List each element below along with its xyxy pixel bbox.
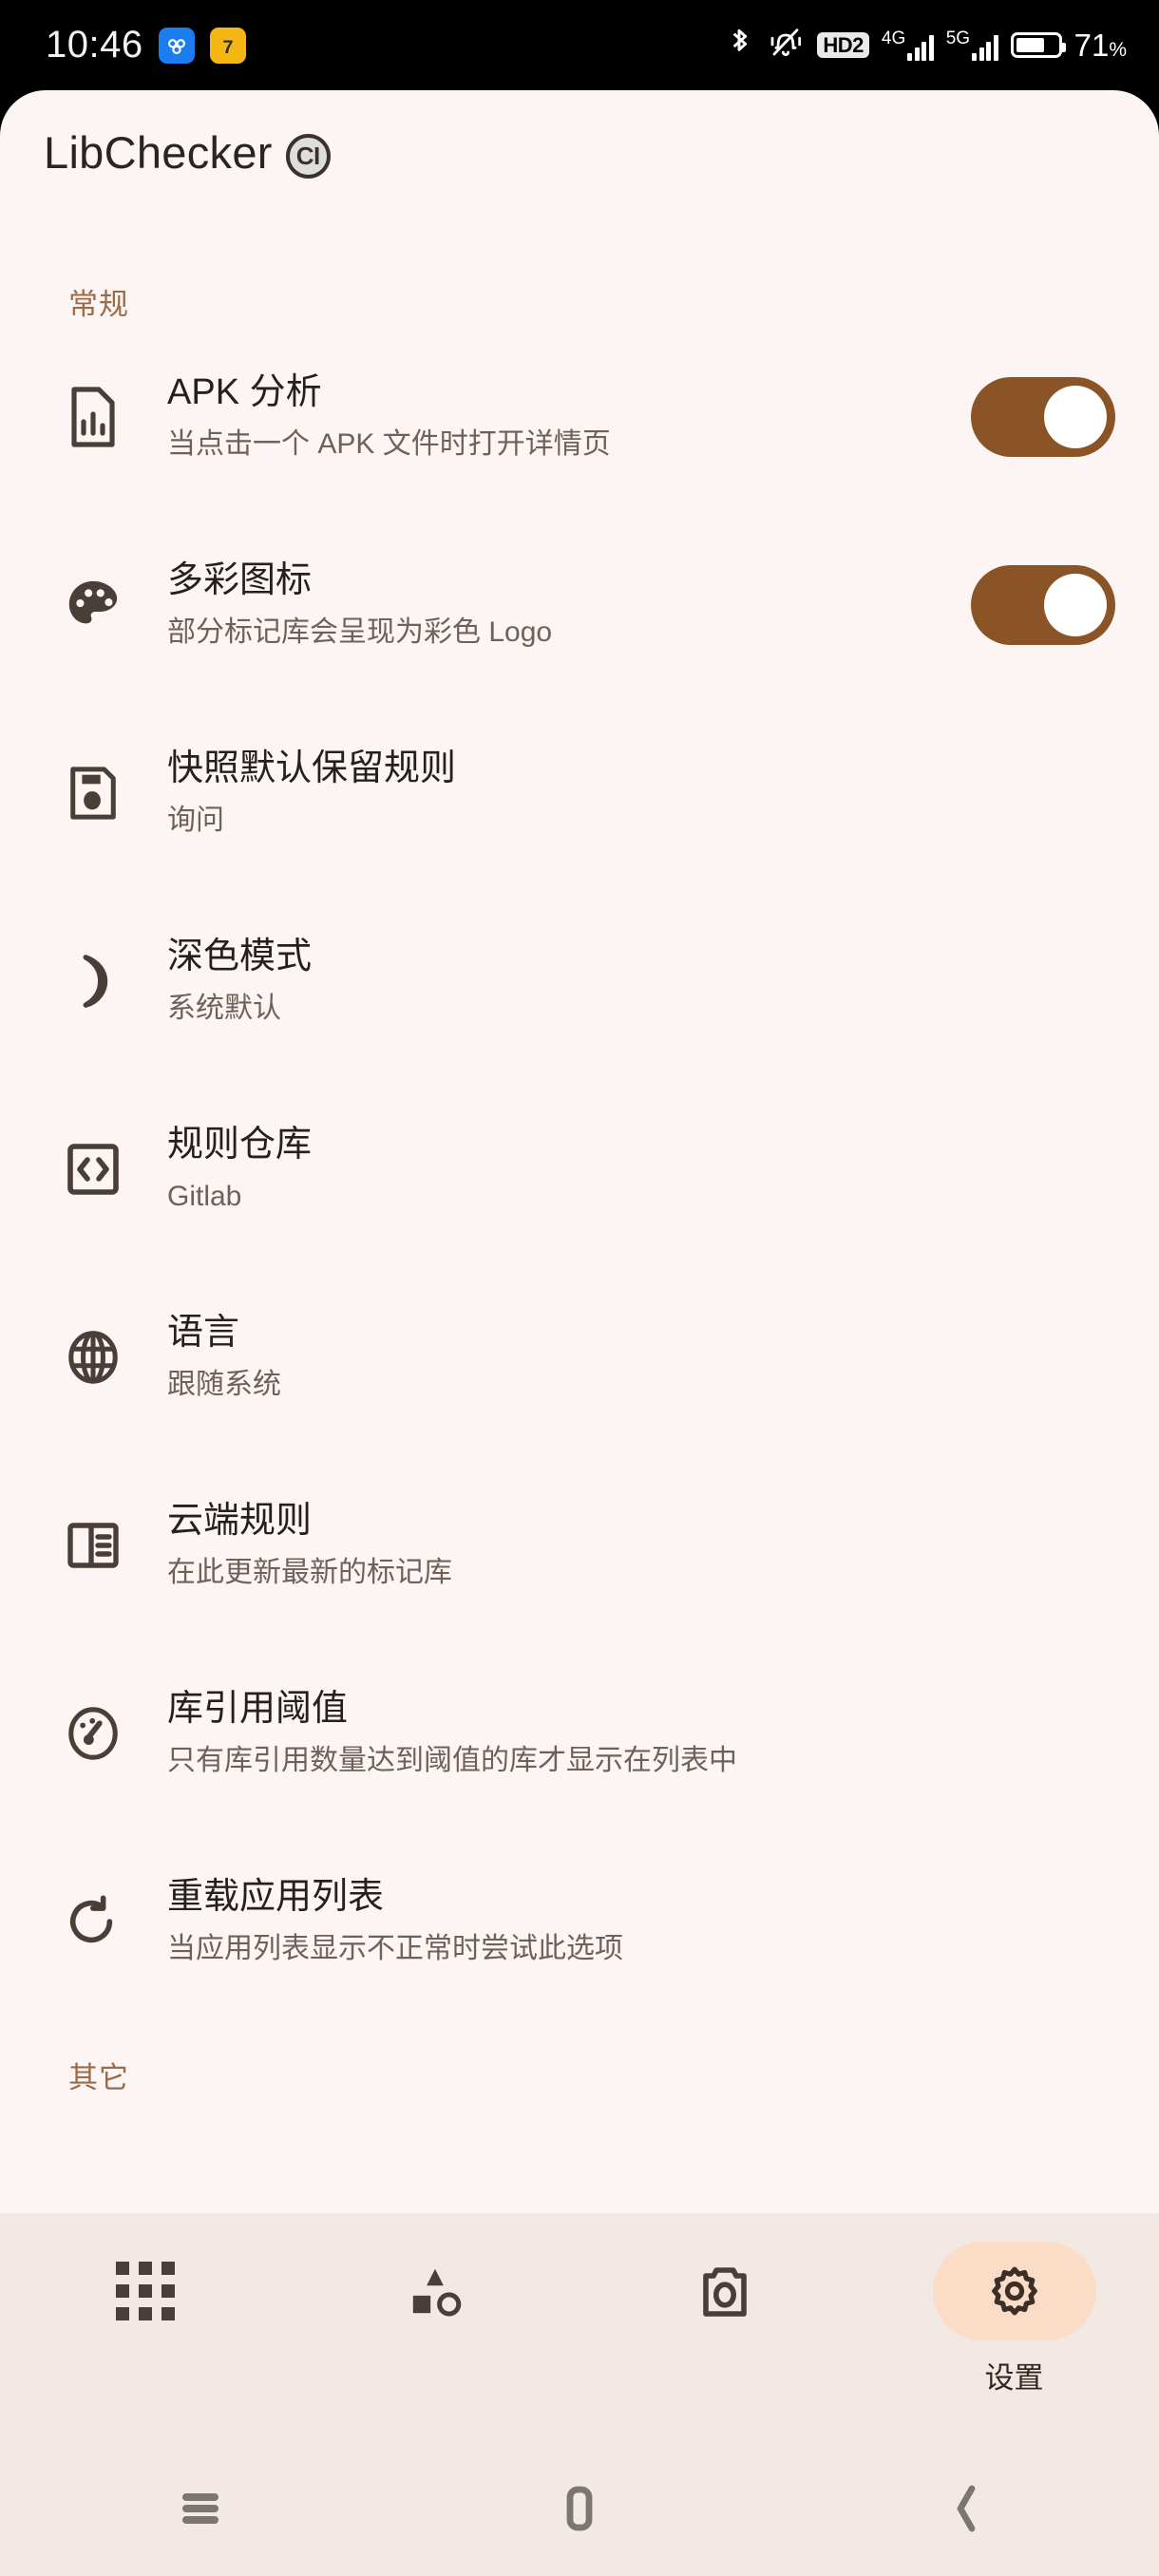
setting-row-dark-mode[interactable]: 深色模式 系统默认	[0, 887, 1159, 1075]
bluetooth-icon	[724, 25, 754, 66]
setting-row-text: 多彩图标 部分标记库会呈现为彩色 Logo	[142, 558, 961, 653]
status-clock: 10:46	[46, 24, 143, 66]
setting-row-colorful-icons[interactable]: 多彩图标 部分标记库会呈现为彩色 Logo	[0, 511, 1159, 699]
status-bar-right: HD2 4G 5G 71%	[724, 25, 1127, 66]
setting-subtitle: 部分标记库会呈现为彩色 Logo	[167, 616, 553, 649]
bottom-nav-tab-apps[interactable]	[0, 2242, 290, 2354]
setting-row-text: 云端规则 在此更新最新的标记库	[142, 1498, 1115, 1593]
setting-title: APK 分析	[167, 372, 322, 413]
setting-row-text: APK 分析 当点击一个 APK 文件时打开详情页	[142, 369, 961, 464]
setting-subtitle: 当应用列表显示不正常时尝试此选项	[167, 1933, 623, 1965]
setting-subtitle: 只有库引用数量达到阈值的库才显示在列表中	[167, 1745, 737, 1777]
setting-row-text: 库引用阈值 只有库引用数量达到阈值的库才显示在列表中	[142, 1686, 1115, 1781]
setting-subtitle: 系统默认	[167, 993, 281, 1025]
gear-icon	[932, 2242, 1096, 2340]
home-icon[interactable]	[387, 2484, 773, 2533]
setting-row-text: 语言 跟随系统	[142, 1310, 1115, 1405]
section-header-general: 常规	[68, 288, 129, 321]
setting-subtitle: 在此更新最新的标记库	[167, 1557, 452, 1589]
apk-analysis-switch[interactable]	[971, 377, 1115, 457]
setting-subtitle: 当点击一个 APK 文件时打开详情页	[167, 428, 611, 461]
hd2-badge: HD2	[817, 31, 869, 59]
setting-row-text: 快照默认保留规则 询问	[142, 746, 1115, 841]
bottom-nav-tabs: 设置	[0, 2213, 1159, 2441]
moon-icon	[44, 952, 142, 1011]
palette-icon	[44, 576, 142, 635]
setting-subtitle: 询问	[167, 805, 224, 837]
apk-file-chart-icon	[44, 386, 142, 448]
system-navigation-bar	[0, 2441, 1159, 2576]
camera-icon	[643, 2242, 807, 2340]
bottom-nav-tab-settings[interactable]: 设置	[869, 2242, 1159, 2396]
setting-row-lib-reference-threshold[interactable]: 库引用阈值 只有库引用数量达到阈值的库才显示在列表中	[0, 1639, 1159, 1828]
setting-subtitle: 跟随系统	[167, 1369, 281, 1401]
setting-title: 快照默认保留规则	[167, 748, 457, 789]
setting-row-text: 重载应用列表 当应用列表显示不正常时尝试此选项	[142, 1874, 1115, 1969]
section-header-other: 其它	[68, 2061, 129, 2094]
setting-row-rules-repository[interactable]: 规则仓库 Gitlab	[0, 1075, 1159, 1263]
setting-row-text: 规则仓库 Gitlab	[142, 1122, 1115, 1217]
status-bar-left: 10:46 7	[46, 24, 246, 66]
globe-icon	[44, 1328, 142, 1387]
back-icon[interactable]	[772, 2483, 1159, 2534]
ci-badge: CI	[285, 133, 331, 179]
colorful-icons-switch[interactable]	[971, 565, 1115, 645]
shapes-icon	[353, 2242, 517, 2340]
setting-row-cloud-rules[interactable]: 云端规则 在此更新最新的标记库	[0, 1451, 1159, 1639]
setting-title: 云端规则	[167, 1501, 313, 1542]
bottom-nav-tab-shapes[interactable]	[290, 2242, 580, 2354]
cloud-rules-panel-icon	[44, 1518, 142, 1573]
parking-icon: 7	[209, 27, 246, 64]
gauge-icon	[44, 1704, 142, 1763]
page-title: LibChecker	[44, 126, 273, 178]
bottom-navigation-bar: 设置	[0, 2213, 1159, 2576]
setting-row-reload-app-list[interactable]: 重载应用列表 当应用列表显示不正常时尝试此选项	[0, 1828, 1159, 2016]
signal-5g: 5G	[946, 29, 998, 61]
setting-subtitle: Gitlab	[167, 1181, 242, 1213]
silent-bell-icon	[767, 25, 805, 66]
app-window: LibChecker CI 常规 APK 分析 当点击一个 APK 文件时打开详…	[0, 90, 1159, 2576]
setting-row-language[interactable]: 语言 跟随系统	[0, 1263, 1159, 1451]
signal-bars-4g	[907, 34, 934, 61]
recents-icon[interactable]	[8, 2488, 394, 2529]
battery-percent: 71%	[1074, 27, 1127, 63]
setting-title: 语言	[167, 1313, 240, 1354]
save-disk-icon	[44, 764, 142, 823]
setting-title: 库引用阈值	[167, 1689, 349, 1730]
setting-row-snapshot-keep-rule[interactable]: 快照默认保留规则 询问	[0, 699, 1159, 887]
cloud-sync-icon	[158, 27, 195, 64]
bottom-nav-tab-camera[interactable]	[580, 2242, 869, 2354]
setting-title: 多彩图标	[167, 560, 313, 601]
setting-action[interactable]	[961, 377, 1115, 457]
app-bar: LibChecker CI	[0, 90, 1159, 214]
setting-title: 深色模式	[167, 937, 313, 977]
bottom-nav-label-settings: 设置	[984, 2361, 1044, 2395]
apps-grid-icon	[64, 2242, 227, 2340]
battery-icon	[1010, 32, 1066, 58]
signal-4g: 4G	[882, 29, 934, 61]
setting-title: 规则仓库	[167, 1125, 313, 1165]
signal-bars-5g	[972, 34, 998, 61]
setting-row-text: 深色模式 系统默认	[142, 934, 1115, 1029]
setting-title: 重载应用列表	[167, 1877, 385, 1918]
refresh-icon	[44, 1892, 142, 1951]
settings-list[interactable]: 常规 APK 分析 当点击一个 APK 文件时打开详情页 多彩图标 部分标记库会…	[0, 214, 1159, 2096]
status-bar: 10:46 7 HD2 4G 5G 71%	[0, 0, 1159, 90]
code-brackets-icon	[44, 1141, 142, 1198]
svg-text:7: 7	[222, 37, 233, 58]
setting-row-apk-analysis[interactable]: APK 分析 当点击一个 APK 文件时打开详情页	[0, 323, 1159, 511]
setting-action[interactable]	[961, 565, 1115, 645]
